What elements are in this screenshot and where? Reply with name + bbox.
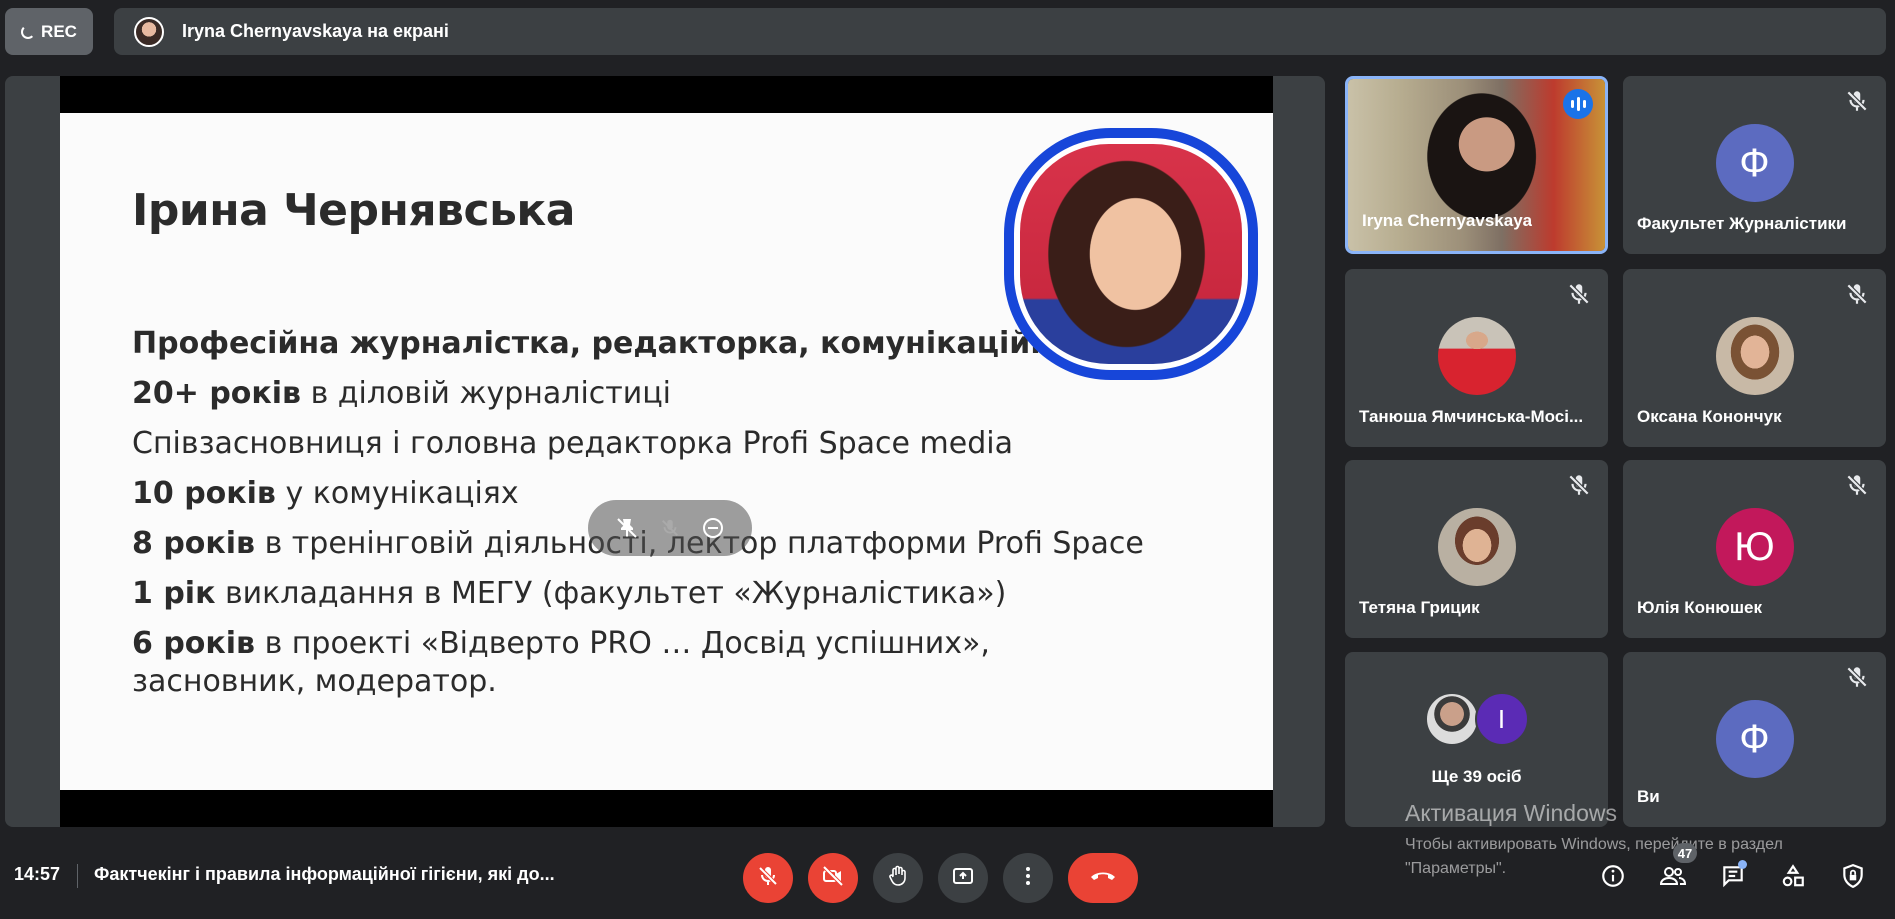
more-participants-label: Ще 39 осіб (1431, 767, 1522, 786)
people-icon (1659, 863, 1687, 894)
meet-window: REC Iryna Chernyavskaya на екрані Ірина … (0, 0, 1895, 919)
more-vert-icon (1016, 864, 1040, 893)
participant-tile[interactable]: Оксана Конончук (1623, 269, 1886, 447)
people-button[interactable] (1657, 862, 1689, 894)
presenting-banner[interactable]: Iryna Chernyavskaya на екрані (114, 8, 1886, 55)
host-controls-icon (1840, 863, 1866, 894)
mute-tile-icon[interactable] (657, 515, 683, 541)
raise-hand-icon (886, 864, 910, 893)
participant-name: Тетяна Грицик (1359, 598, 1480, 617)
mic-off-icon (1844, 472, 1870, 498)
activities-button[interactable] (1777, 862, 1809, 894)
speaker-photo (1020, 144, 1242, 364)
slide-line: 6 років в проекті «Відверто PRO … Досвід… (132, 626, 990, 699)
raise-hand-button[interactable] (873, 853, 923, 903)
avatar (1424, 692, 1479, 746)
presenter-avatar (134, 16, 164, 47)
activities-icon (1780, 863, 1806, 894)
meeting-title[interactable]: Фактчекінг і правила інформаційної гігіє… (94, 864, 555, 885)
more-options-button[interactable] (1003, 853, 1053, 903)
info-icon (1600, 863, 1626, 894)
remove-tile-icon[interactable] (700, 515, 726, 541)
avatar: I (1474, 692, 1529, 746)
avatar: Ф (1715, 124, 1794, 202)
slide: Ірина Чернявська Професійна журналістка,… (60, 113, 1273, 790)
more-avatars: I (1424, 692, 1529, 746)
presentation-stage[interactable]: Ірина Чернявська Професійна журналістка,… (5, 76, 1325, 827)
recording-indicator[interactable]: REC (5, 8, 93, 55)
slide-line: 1 рік викладання в МЕГУ (факультет «Журн… (132, 576, 1007, 611)
slide-line: Співзасновниця і головна редакторка Prof… (132, 426, 1013, 461)
mic-off-icon (756, 864, 780, 893)
mic-toggle-button[interactable] (743, 853, 793, 903)
avatar (1715, 317, 1794, 395)
mic-off-icon (1844, 664, 1870, 690)
host-controls-button[interactable] (1837, 862, 1869, 894)
participant-name: Ви (1637, 787, 1660, 806)
slide-line: Професійна журналістка, редакторка, кому… (132, 326, 1114, 361)
present-button[interactable] (938, 853, 988, 903)
meeting-details-button[interactable] (1597, 862, 1629, 894)
recording-spinner-icon (21, 24, 36, 39)
avatar (1437, 317, 1516, 395)
windows-activation-title: Активация Windows (1405, 800, 1617, 826)
mic-off-icon (1566, 472, 1592, 498)
mic-off-icon (1844, 88, 1870, 114)
participant-name: Танюша Ямчинська-Мосі... (1359, 407, 1584, 426)
mic-off-icon (1844, 281, 1870, 307)
participant-name: Оксана Конончук (1637, 407, 1782, 426)
mic-off-icon (1566, 281, 1592, 307)
tile-hover-controls[interactable] (588, 500, 752, 556)
participant-tile[interactable]: Ф Факультет Журналістики (1623, 76, 1886, 254)
participant-tile[interactable]: Ю Юлія Конюшек (1623, 460, 1886, 638)
avatar: Ю (1715, 508, 1794, 586)
self-tile[interactable]: Ф Ви (1623, 652, 1886, 827)
people-count-badge: 47 (1673, 843, 1697, 863)
avatar: Ф (1715, 700, 1794, 778)
unpin-icon[interactable] (614, 515, 640, 541)
clock: 14:57 (14, 864, 61, 884)
camera-off-icon (821, 864, 845, 893)
participant-tile[interactable]: Тетяна Грицик (1345, 460, 1608, 638)
avatar (1437, 508, 1516, 586)
speaker-photo-frame (1004, 128, 1258, 380)
camera-toggle-button[interactable] (808, 853, 858, 903)
participant-name: Юлія Конюшек (1637, 598, 1762, 617)
call-end-icon (1089, 866, 1117, 891)
slide-title: Ірина Чернявська (132, 185, 575, 236)
participant-name: Iryna Chernyavskaya (1362, 211, 1533, 230)
participant-tile[interactable]: Iryna Chernyavskaya (1345, 76, 1608, 254)
rec-label: REC (41, 21, 77, 41)
chat-notification-dot (1738, 860, 1747, 869)
present-icon (951, 864, 975, 893)
speaking-indicator-icon (1563, 89, 1593, 119)
participant-name: Факультет Журналістики (1637, 214, 1847, 233)
slide-line: 20+ років в діловій журналістиці (132, 376, 672, 411)
divider (77, 864, 78, 888)
participant-tile[interactable]: Танюша Ямчинська-Мосі... (1345, 269, 1608, 447)
presenting-label: Iryna Chernyavskaya на екрані (182, 21, 449, 41)
leave-call-button[interactable] (1068, 853, 1138, 903)
